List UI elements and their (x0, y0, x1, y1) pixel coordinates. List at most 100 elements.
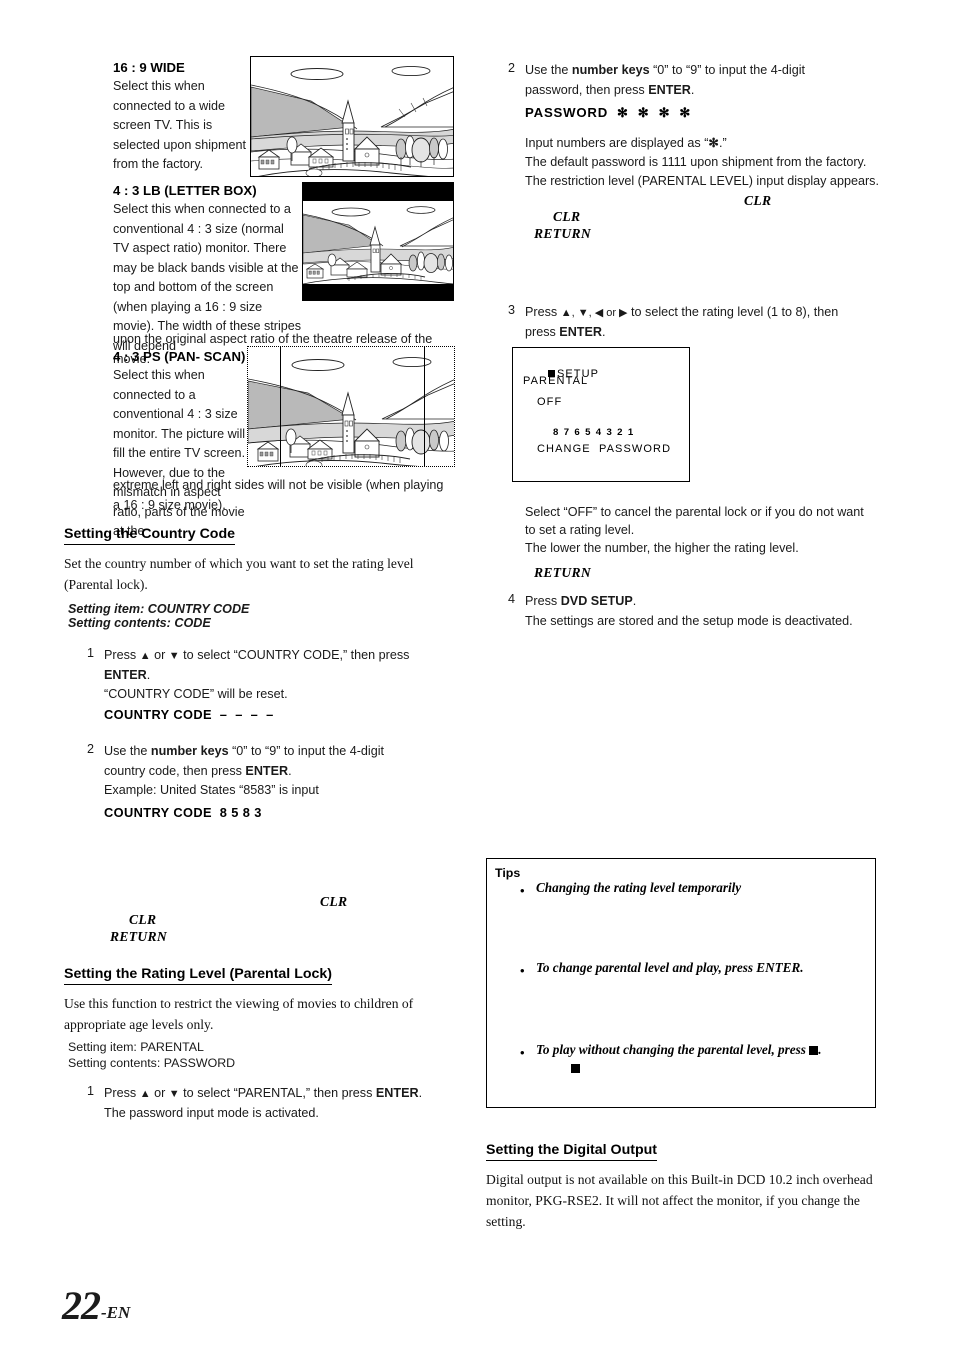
pw-step3-line2-pre: press (525, 324, 560, 339)
rating-setting-contents: Setting contents: PASSWORD (68, 1056, 236, 1070)
rating-step1-enter-key: ENTER (375, 1086, 419, 1100)
osd-level-4[interactable]: 4 (596, 427, 601, 438)
password-display: PASSWORD ✻ ✻ ✻ ✻ (525, 105, 692, 120)
village-landscape-svg-letterbox (303, 201, 453, 284)
mode-desc-16-9-wide: Select this when connected to a wide scr… (113, 79, 247, 171)
pw-step2-line2-pre: password, then press (525, 82, 649, 97)
tip-item-3: To play without changing the parental le… (536, 1042, 821, 1058)
pw-step2-line2-post: . (690, 82, 695, 97)
osd-change-password[interactable]: CHANGE PASSWORD (537, 443, 671, 455)
stop-square-icon (809, 1046, 819, 1055)
pw-note1-post: .” (718, 136, 727, 150)
mode-title-16-9-wide: 16 : 9 WIDE (113, 60, 185, 75)
cc-step-2-body: Use the number keys “0” to “9” to input … (104, 742, 434, 801)
letterbox-band-top (303, 183, 453, 201)
cc-step2-line3: Example: United States “8583” is input (104, 783, 319, 797)
rating-step1-line1-post: to select “PARENTAL,” then press (179, 1086, 376, 1100)
key-label-clr-right-a: CLR (744, 193, 772, 208)
pw-step3-line1-pre: Press (525, 305, 561, 319)
osd-level-7[interactable]: 7 (564, 427, 569, 438)
letterbox-band-bottom (303, 282, 453, 300)
key-label-return-left: RETURN (110, 929, 167, 944)
cc-step2-line2-post: . (288, 763, 292, 778)
cc-step1-line1-mid: or (150, 648, 169, 662)
pw-step2-number-keys: number keys (571, 63, 650, 77)
osd-level-2[interactable]: 2 (617, 427, 622, 438)
page-number-suffix: -EN (101, 1303, 131, 1322)
arrow-down-icon: ▼ (168, 650, 180, 662)
osd-level-5[interactable]: 5 (585, 427, 590, 438)
pw-step4-line2: The settings are stored and the setup mo… (525, 613, 853, 628)
cc-step1-enter-key: ENTER (104, 667, 147, 682)
pw-step2-line1-post: “0” to “9” to input the 4-digit (649, 63, 806, 77)
pw-step-3-number: 3 (508, 303, 516, 317)
tips-label: Tips (495, 866, 521, 880)
manual-page: 16 : 9 WIDE Select this when connected t… (0, 0, 954, 1348)
panscan-crop-line-right (424, 347, 425, 466)
osd-option-off[interactable]: OFF (537, 396, 562, 408)
heading-setting-country-code: Setting the Country Code (64, 526, 236, 545)
rating-step1-line1-mid: or (150, 1086, 169, 1100)
cc-step-2-number: 2 (87, 742, 95, 756)
pw-step2-enter-key: ENTER (648, 82, 691, 97)
cc-step2-line1-pre: Use the (104, 744, 151, 758)
tips-box: Tips • Changing the rating level tempora… (486, 858, 876, 1108)
panscan-crop-line-left (280, 347, 281, 466)
pw-step4-dvd-setup-key: DVD SETUP (560, 594, 633, 608)
stop-square-icon (571, 1064, 580, 1073)
pw-step-3-body: Press ▲, ▼, ◀ or ▶ to select the rating … (525, 303, 885, 342)
pw-step4-line1-pre: Press (525, 594, 561, 608)
pw-step2-line1-pre: Use the (525, 63, 572, 77)
osd-note-line-3: The lower the number, the higher the rat… (525, 541, 799, 555)
osd-menu-item-parental[interactable]: PARENTAL (523, 375, 588, 387)
key-label-clr-left-b: CLR (129, 912, 157, 927)
rating-step-1-number: 1 (87, 1084, 95, 1098)
pw-step-2-body: Use the number keys “0” to “9” to input … (525, 61, 885, 100)
cc-step2-number-keys: number keys (150, 744, 229, 758)
mode-title-4-3-lb: 4 : 3 LB (LETTER BOX) (113, 183, 257, 198)
tip-item-3-pre: To play without changing the parental le… (536, 1042, 810, 1057)
pw-note-3: The restriction level (PARENTAL LEVEL) i… (525, 174, 879, 188)
page-number: 22 (62, 1283, 101, 1328)
tip-bullet-3-icon: • (520, 1045, 525, 1060)
country-code-display-filled: COUNTRY CODE 8 5 8 3 (104, 805, 262, 820)
osd-note-line-1: Select “OFF” to cancel the parental lock… (525, 505, 864, 519)
country-code-display-empty: COUNTRY CODE – – – – (104, 707, 274, 722)
pw-note-2: The default password is 1111 upon shipme… (525, 155, 867, 169)
osd-level-3[interactable]: 3 (606, 427, 611, 438)
osd-level-8[interactable]: 8 (553, 427, 558, 438)
arrow-up-icon: ▲ (139, 1088, 151, 1100)
pw-step4-line1-post: . (632, 594, 637, 608)
pw-step3-line1-post: to select the rating level (1 to 8), the… (627, 305, 839, 319)
tip-bullet-1-icon: • (520, 883, 525, 898)
illustration-4-3-panscan (247, 346, 455, 467)
country-code-intro: Set the country number of which you want… (64, 556, 414, 592)
pw-note1-pre: Input numbers are displayed as “ (525, 136, 709, 150)
osd-note-line-2: to set a rating level. (525, 523, 635, 537)
tip-item-2: To change parental level and play, press… (536, 960, 804, 975)
rating-step1-line2: The password input mode is activated. (104, 1105, 319, 1120)
country-code-setting-contents: Setting contents: CODE (68, 616, 211, 630)
illustration-16-9-wide (250, 56, 454, 177)
osd-level-6[interactable]: 6 (574, 427, 579, 438)
tip-item-1: Changing the rating level temporarily (536, 880, 742, 895)
tip-item-3-post: . (818, 1042, 822, 1057)
rating-step-1-body: Press ▲ or ▼ to select “PARENTAL,” then … (104, 1084, 449, 1123)
pw-step-4-body: Press DVD SETUP. The settings are stored… (525, 592, 895, 631)
pw-step-4-number: 4 (508, 592, 516, 606)
pw-step-2-number: 2 (508, 61, 516, 75)
mode-desc-4-3-ps-overflow: extreme left and right sides will not be… (113, 478, 444, 512)
mode-title-4-3-ps: 4 : 3 PS (PAN- SCAN) (113, 349, 246, 364)
key-label-clr-left-a: CLR (320, 894, 348, 909)
illustration-4-3-letterbox (302, 182, 454, 301)
tip-bullet-2-icon: • (520, 963, 525, 978)
cc-step2-enter-key: ENTER (245, 763, 289, 778)
cc-step-1-number: 1 (87, 646, 95, 660)
rating-step1-line1-pre: Press (104, 1086, 140, 1100)
cc-step1-line2-post: . (146, 667, 151, 682)
osd-level-1[interactable]: 1 (628, 427, 633, 438)
pw-step3-enter-key: ENTER (559, 324, 602, 339)
asterisk-icon: ✻ (708, 136, 719, 150)
cc-step-1-body: Press ▲ or ▼ to select “COUNTRY CODE,” t… (104, 646, 434, 705)
digital-output-text: Digital output is not available on this … (486, 1172, 873, 1229)
